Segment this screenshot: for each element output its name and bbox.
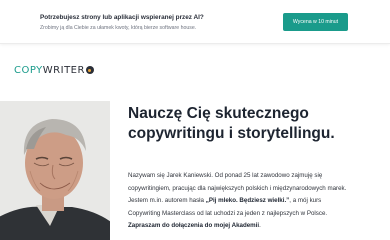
- academy-link[interactable]: Zapraszam do dołączenia do mojej Akademi…: [128, 222, 259, 229]
- promo-banner: Potrzebujesz strony lub aplikacji wspier…: [0, 0, 390, 44]
- logo-badge-icon: [85, 66, 94, 74]
- logo-text: COPYWRITER: [14, 64, 85, 76]
- promo-title: Potrzebujesz strony lub aplikacji wspier…: [40, 14, 204, 21]
- slogan-text: „Pij mleko. Będziesz wielki.”: [205, 197, 290, 205]
- site-logo[interactable]: COPYWRITER: [14, 64, 94, 76]
- promo-subtitle: Zrobimy ją dla Ciebie za ułamek kwoty, k…: [40, 25, 197, 31]
- hero-intro-text: Nazywam się Jarek Kaniewski. Od ponad 25…: [128, 172, 347, 230]
- quote-button[interactable]: Wycena w 10 minut: [283, 13, 348, 31]
- hero-heading: Nauczę Cię skutecznego copywritingu i st…: [128, 105, 335, 142]
- author-photo: [0, 101, 110, 240]
